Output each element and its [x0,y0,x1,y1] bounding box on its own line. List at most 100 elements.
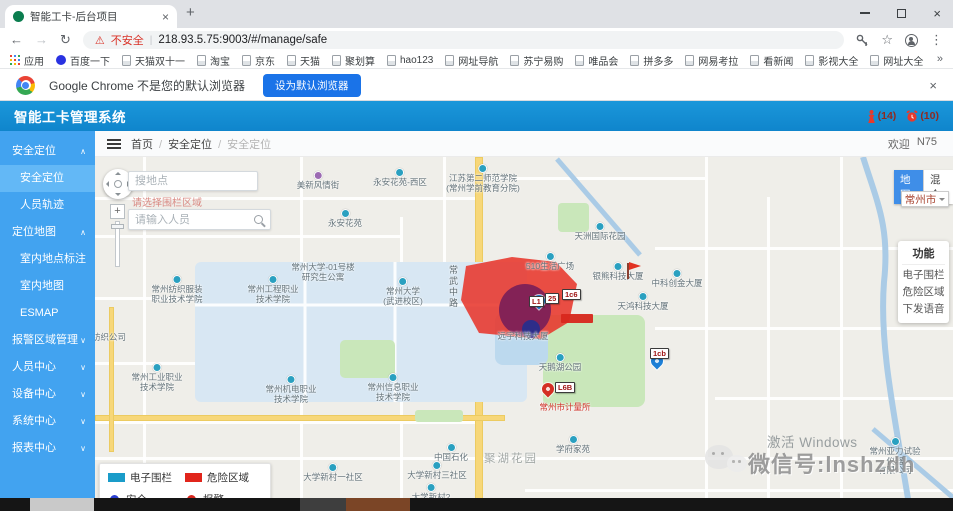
bookmarks-overflow-icon[interactable]: » [937,53,943,65]
browser-tab[interactable]: 智能工卡-后台项目 × [5,5,177,28]
search-place-input[interactable] [128,171,258,191]
zoom-slider-handle[interactable] [111,224,124,229]
bookmark-favicon [510,55,519,66]
sidebar-item[interactable]: 系统中心 ∨ [0,408,95,435]
pan-left-arrow[interactable] [106,181,109,187]
not-secure-warning-icon[interactable]: ⚠ [95,34,105,47]
pan-down-arrow[interactable] [115,193,121,196]
map-function-item[interactable]: 危险区域 [898,284,949,301]
welcome-label: 欢迎 [888,136,910,152]
bookmark-item[interactable]: 苏宁易购 [510,53,563,68]
sidebar-item[interactable]: 安全定位 ∧ [0,138,95,165]
forward-button[interactable]: → [35,33,48,47]
poi-icon [568,435,577,444]
chevron-icon: ∨ [80,408,86,435]
username: N75 [917,136,937,152]
profile-avatar-icon[interactable] [905,34,918,47]
sidebar-item[interactable]: 报警区域管理 ∨ [0,327,95,354]
tab-close-icon[interactable]: × [158,11,169,23]
app-title: 智能工卡管理系统 [14,106,126,126]
sidebar-item[interactable]: 设备中心 ∨ [0,381,95,408]
search-icon[interactable] [254,215,263,224]
back-button[interactable]: ← [10,33,23,47]
bookmark-item[interactable]: 天猫双十一 [122,53,185,68]
window-close-button[interactable]: × [933,7,941,20]
map-place-label: 大学新村三社区 [407,461,467,481]
person-alert[interactable]: (14) [867,110,897,123]
sidebar-item[interactable]: 定位地图 ∧ [0,219,95,246]
new-tab-button[interactable]: + [186,4,195,21]
bookmark-item[interactable]: 应用 [10,53,44,68]
taskbar-item[interactable] [346,498,410,511]
bookmark-favicon [332,55,341,66]
bookmark-item[interactable]: 拼多多 [630,53,673,68]
road-name-label: 常武中路 [447,265,460,309]
reload-button[interactable]: ↻ [60,33,71,47]
bookmark-star-icon[interactable]: ☆ [881,33,893,47]
screen: 智能工卡-后台项目 × + × ← → ↻ ⚠ 不安全 | 218.93.5.7… [0,0,953,511]
chevron-icon: ∨ [80,327,86,354]
sidebar-item[interactable]: 人员轨迹 [0,192,95,219]
taskbar[interactable] [0,498,953,511]
bookmark-item[interactable]: 看新闻 [750,53,793,68]
map-function-item[interactable]: 电子围栏 [898,267,949,284]
sidebar-item[interactable]: 人员中心 ∨ [0,354,95,381]
bookmark-item[interactable]: 天猫 [287,53,320,68]
bookmark-item[interactable]: hao123 [387,55,433,66]
bookmark-item[interactable]: 网址大全 [870,53,923,68]
taskbar-item[interactable] [30,498,94,511]
address-bar[interactable]: ⚠ 不安全 | 218.93.5.75:9003/#/manage/safe [83,31,844,49]
bookmark-item[interactable]: 百度一下 [56,53,110,68]
poi-name: 永安花苑 [328,219,362,229]
bookmark-item[interactable]: 网易考拉 [685,53,738,68]
alarm-flag-marker[interactable] [627,263,629,279]
set-default-browser-button[interactable]: 设为默认浏览器 [263,74,361,97]
chevron-icon: ∧ [80,138,86,165]
window-minimize-button[interactable] [860,12,870,14]
bookmark-favicon [122,55,131,66]
poi-icon [891,437,900,446]
marker-label[interactable]: 1cb [650,348,669,359]
breadcrumb-item[interactable]: 安全定位 [212,136,271,152]
alarm-alert[interactable]: (10) [906,110,939,122]
fence-select-hint[interactable]: 请选择围栏区域 [132,194,202,209]
bookmark-item[interactable]: 网址导航 [445,53,498,68]
poi-name: 中科创金大厦 [651,279,702,289]
breadcrumb-item[interactable]: 安全定位 [153,136,212,152]
marker-label[interactable]: L1 [529,296,544,307]
sidebar-item[interactable]: 报表中心 ∨ [0,435,95,462]
banner-close-icon[interactable]: × [929,78,937,93]
bookmark-item[interactable]: 京东 [242,53,275,68]
function-panel: 功能 电子围栏危险区域下发语音 [898,241,949,323]
sidebar-item[interactable]: 室内地点标注 [0,246,95,273]
key-icon[interactable] [856,34,869,47]
map-place-label: 美新风情街 [297,171,340,191]
map-canvas[interactable]: 常武中路 美新风情街 永安花苑-西区 江苏第二师范学院 (常州学前教育分院) [95,157,953,511]
map-function-item[interactable]: 下发语音 [898,301,949,318]
city-selector[interactable]: 常州市 [901,191,949,207]
map-place-label: 聚湖花园 [484,455,538,465]
window-maximize-button[interactable] [897,9,906,18]
bookmark-item[interactable]: 淘宝 [197,53,230,68]
menu-dots-icon[interactable]: ⋮ [930,33,943,47]
map-place-label: 天鹅湖公园 [539,353,582,373]
pan-up-arrow[interactable] [115,172,121,175]
bookmark-item[interactable]: 聚划算 [332,53,375,68]
breadcrumb-item[interactable]: 首页 [131,136,153,152]
sidebar-item[interactable]: 安全定位 [0,165,95,192]
bookmark-item[interactable]: 唯品会 [575,53,618,68]
bookmark-item[interactable]: 影视大全 [805,53,858,68]
pan-center-dot[interactable] [114,180,122,188]
collapse-menu-icon[interactable] [107,139,121,149]
search-person-input[interactable] [129,214,254,226]
taskbar-item[interactable] [300,498,346,511]
marker-label[interactable]: L6B [555,382,575,393]
zoom-in-button[interactable]: + [110,204,125,219]
poi-icon [286,375,295,384]
welcome-text: 欢迎 N75 [888,136,953,152]
marker-label[interactable]: 25 [545,293,559,304]
sidebar-item[interactable]: ESMAP [0,300,95,327]
sidebar-item[interactable]: 室内地图 [0,273,95,300]
marker-label[interactable]: 1c6 [562,289,581,300]
chevron-icon: ∨ [80,435,86,462]
